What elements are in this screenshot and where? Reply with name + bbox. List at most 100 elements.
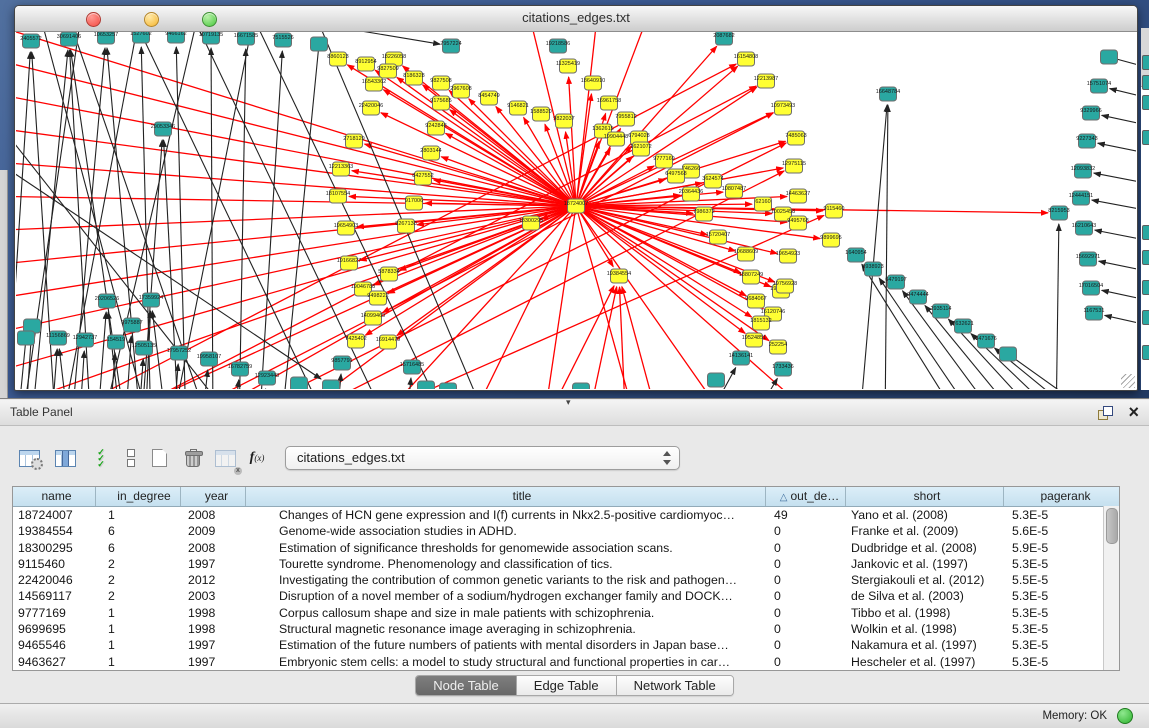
show-columns-icon[interactable] <box>52 445 78 471</box>
graph-edge[interactable] <box>16 32 576 206</box>
graph-edge[interactable] <box>576 206 763 309</box>
graph-edge[interactable] <box>569 77 576 206</box>
select-rows-icon[interactable]: ✓✓✓ <box>88 445 114 471</box>
cell-short[interactable]: Wolkin et al. (1998) <box>846 621 1004 637</box>
cell-out_degree[interactable]: 0 <box>766 605 846 621</box>
graph-edge[interactable] <box>1110 89 1136 101</box>
cell-in_degree[interactable]: 6 <box>96 540 181 556</box>
cell-name[interactable]: 14569117 <box>13 588 96 604</box>
cell-year[interactable]: 1998 <box>181 621 246 637</box>
graph-edge[interactable] <box>1102 290 1136 303</box>
cell-title[interactable]: Estimation of the future numbers of pati… <box>246 637 766 653</box>
cell-in_degree[interactable]: 1 <box>96 654 181 670</box>
tab-network-table[interactable]: Network Table <box>617 676 733 695</box>
function-builder-icon[interactable]: f(x) <box>244 445 270 471</box>
graph-edge[interactable] <box>1094 173 1136 186</box>
cell-in_degree[interactable]: 1 <box>96 605 181 621</box>
cell-out_degree[interactable]: 0 <box>766 523 846 539</box>
cell-short[interactable]: Hescheler et al. (1997) <box>846 654 1004 670</box>
graph-edge[interactable] <box>239 49 246 389</box>
graph-edge[interactable] <box>541 286 614 389</box>
cell-short[interactable]: Yano et al. (2008) <box>846 507 1004 523</box>
cell-title[interactable]: Tourette syndrome. Phenomenology and cla… <box>246 556 766 572</box>
graph-edge[interactable] <box>1056 224 1059 389</box>
cell-out_degree[interactable]: 0 <box>766 621 846 637</box>
graph-node[interactable] <box>573 383 590 389</box>
cell-year[interactable]: 2003 <box>181 588 246 604</box>
graph-edge[interactable] <box>59 349 69 389</box>
cell-out_degree[interactable]: 0 <box>766 654 846 670</box>
table-row[interactable]: 1456911722003Disruption of a novel membe… <box>13 588 1119 604</box>
cell-name[interactable]: 9463627 <box>13 654 96 670</box>
graph-edge[interactable] <box>16 56 576 206</box>
table-row[interactable]: 977716911998Corpus callosum shape and si… <box>13 605 1119 621</box>
cell-short[interactable]: Stergiakouli et al. (2012) <box>846 572 1004 588</box>
table-row[interactable]: 946554611997Estimation of the future num… <box>13 637 1119 653</box>
graph-node[interactable] <box>440 383 457 389</box>
cell-out_degree[interactable]: 49 <box>766 507 846 523</box>
column-header-out_degree[interactable]: △out_de… <box>766 487 846 506</box>
cell-year[interactable]: 2009 <box>181 523 246 539</box>
cell-pagerank[interactable]: 5.3E-5 <box>1004 556 1119 572</box>
graph-edge[interactable] <box>879 278 983 389</box>
cell-in_degree[interactable]: 1 <box>96 621 181 637</box>
cell-name[interactable]: 9777169 <box>13 605 96 621</box>
table-row[interactable]: 1830029562008Estimation of significance … <box>13 540 1119 556</box>
table-row[interactable]: 1872400712008Changes of HCN gene express… <box>13 507 1119 523</box>
cell-in_degree[interactable]: 1 <box>96 637 181 653</box>
graph-edge[interactable] <box>97 312 106 389</box>
cell-name[interactable]: 18300295 <box>13 540 96 556</box>
graph-node[interactable] <box>1000 347 1017 361</box>
cell-out_degree[interactable]: 0 <box>766 556 846 572</box>
cell-title[interactable]: Genome-wide association studies in ADHD. <box>246 523 766 539</box>
graph-edge[interactable] <box>406 378 411 389</box>
cell-out_degree[interactable]: 0 <box>766 572 846 588</box>
tab-edge-table[interactable]: Edge Table <box>517 676 617 695</box>
graph-edge[interactable] <box>885 105 888 389</box>
table-selector-dropdown[interactable]: citations_edges.txt <box>285 446 680 470</box>
vertical-scrollbar[interactable] <box>1103 506 1119 670</box>
graph-node[interactable] <box>418 381 435 389</box>
cell-in_degree[interactable]: 1 <box>96 507 181 523</box>
column-header-in_degree[interactable]: in_degree <box>96 487 181 506</box>
cell-pagerank[interactable]: 5.3E-5 <box>1004 637 1119 653</box>
table-row[interactable]: 2242004622012Investigating the contribut… <box>13 572 1119 588</box>
cell-pagerank[interactable]: 5.6E-5 <box>1004 523 1119 539</box>
cell-pagerank[interactable]: 5.3E-5 <box>1004 588 1119 604</box>
cell-short[interactable]: Tibbo et al. (1998) <box>846 605 1004 621</box>
cell-year[interactable]: 1998 <box>181 605 246 621</box>
cell-short[interactable]: Franke et al. (2009) <box>846 523 1004 539</box>
cell-year[interactable]: 2012 <box>181 572 246 588</box>
cell-pagerank[interactable]: 5.3E-5 <box>1004 654 1119 670</box>
graph-node[interactable] <box>311 37 328 51</box>
cell-short[interactable]: de Silva et al. (2003) <box>846 588 1004 604</box>
graph-node[interactable] <box>323 380 340 389</box>
network-canvas[interactable]: 2405572306914061065325715276029466162107… <box>16 32 1136 389</box>
graph-edge[interactable] <box>862 264 966 389</box>
window-titlebar[interactable]: citations_edges.txt <box>15 6 1137 32</box>
graph-edge[interactable] <box>1095 230 1136 243</box>
cell-pagerank[interactable]: 5.3E-5 <box>1004 507 1119 523</box>
column-header-name[interactable]: name <box>13 487 96 506</box>
cell-pagerank[interactable]: 5.5E-5 <box>1004 572 1119 588</box>
window-resize-grip[interactable] <box>1121 374 1135 388</box>
graph-edge[interactable] <box>176 47 186 389</box>
cell-in_degree[interactable]: 6 <box>96 523 181 539</box>
cell-title[interactable]: Investigating the contribution of common… <box>246 572 766 588</box>
graph-edge[interactable] <box>1098 143 1136 156</box>
graph-edge[interactable] <box>1092 200 1136 213</box>
cell-year[interactable]: 1997 <box>181 637 246 653</box>
column-header-pagerank[interactable]: pagerank <box>1004 487 1119 506</box>
graph-edge[interactable] <box>79 351 84 389</box>
table-row[interactable]: 911546021997Tourette syndrome. Phenomeno… <box>13 556 1119 572</box>
cell-title[interactable]: Structural magnetic resonance image aver… <box>246 621 766 637</box>
table-row[interactable]: 946362711997Embryonic stem cells: a mode… <box>13 654 1119 670</box>
cell-title[interactable]: Disruption of a novel member of a sodium… <box>246 588 766 604</box>
column-header-short[interactable]: short <box>846 487 1004 506</box>
cell-out_degree[interactable]: 0 <box>766 588 846 604</box>
cell-name[interactable]: 18724007 <box>13 507 96 523</box>
graph-node[interactable] <box>708 373 725 387</box>
cell-year[interactable]: 1997 <box>181 556 246 572</box>
graph-edge[interactable] <box>1099 261 1136 274</box>
splitter-handle-icon[interactable]: ▾ <box>566 397 571 408</box>
